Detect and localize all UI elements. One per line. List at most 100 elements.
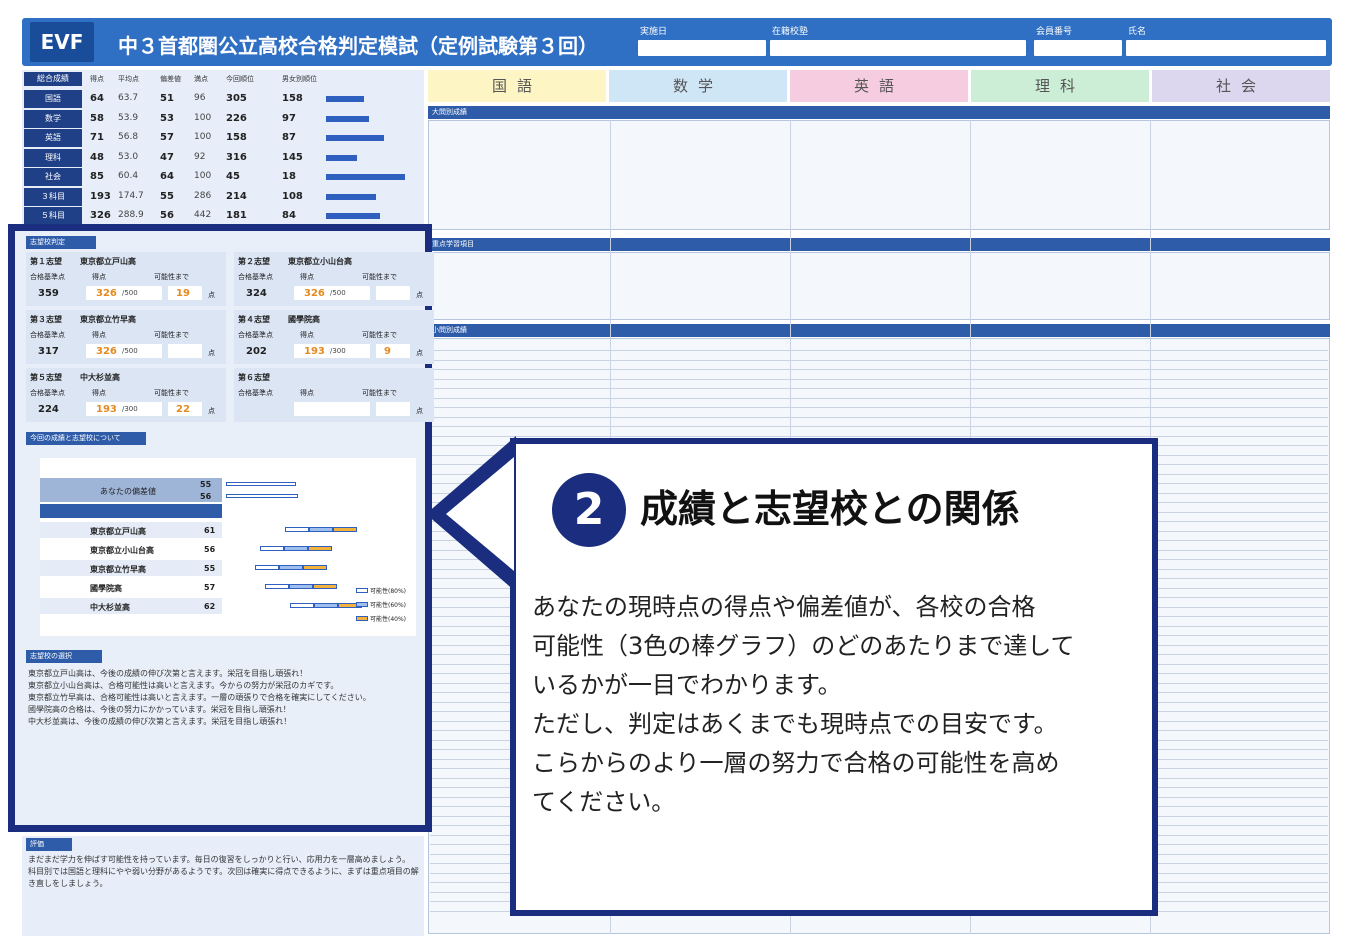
possibility-bar <box>313 584 337 589</box>
choice-score: 326 <box>96 288 117 299</box>
choice-school-name: 東京都立小山台高 <box>288 257 352 266</box>
possibility-bar <box>279 565 303 570</box>
hyouka-text: まだまだ学力を伸ばす可能性を持っています。毎日の復習をしっかりと行い、応用力を一… <box>28 855 419 888</box>
school-header-row <box>40 504 222 518</box>
choice-school-name: 東京都立竹早高 <box>80 315 136 324</box>
summary-row-label: ５科目 <box>24 207 82 225</box>
summary-cell: 85 <box>90 171 104 182</box>
section-juten: 重点学習項目 <box>428 238 1330 251</box>
choice-col-label: 可能性まで <box>154 331 189 339</box>
summary-col-5: 今回順位 <box>226 75 254 83</box>
legend-swatch <box>356 602 368 607</box>
advice-text: 東京都立戸山高は、今後の成績の伸び次第と言えます。栄冠を目指し頑張れ！ 東京都立… <box>28 669 371 726</box>
possibility-bar <box>260 546 284 551</box>
choice-col-label: 合格基準点 <box>238 331 273 339</box>
daimon-table <box>428 120 1330 230</box>
section-advice: 志望校の選択 <box>26 650 102 663</box>
summary-cell: 51 <box>160 93 174 104</box>
choice-need: 19 <box>176 288 190 299</box>
choice-rank: 第４志望 <box>238 315 270 324</box>
choice-col-label: 合格基準点 <box>238 389 273 397</box>
choice-score: 193 <box>304 346 325 357</box>
choice-outof: /500 <box>122 347 138 355</box>
summary-cell: 96 <box>194 93 206 103</box>
callout-body: あなたの現時点の得点や偏差値が、各校の合格 可能性（3色の棒グラフ）のどのあたり… <box>532 593 1075 816</box>
summary-cell: 60.4 <box>118 171 139 181</box>
possibility-bar <box>284 546 308 551</box>
legend-label: 可能性(80%) <box>370 588 407 595</box>
summary-cell: 193 <box>90 190 111 202</box>
possibility-bar <box>290 603 314 608</box>
subject-rika: 理科 <box>971 70 1149 102</box>
choice-col-label: 得点 <box>92 273 106 281</box>
legend-swatch <box>356 616 368 621</box>
summary-cell: 174.7 <box>118 190 144 201</box>
summary-row-label: 英語 <box>24 129 82 147</box>
possibility-bar <box>255 565 279 570</box>
summary-col-2: 平均点 <box>118 75 139 83</box>
choice-col-label: 可能性まで <box>362 389 397 397</box>
grid-line <box>430 350 1328 351</box>
grid-line <box>430 416 1328 418</box>
choice-col-label: 可能性まで <box>154 273 189 281</box>
choice-col-label: 得点 <box>300 389 314 397</box>
summary-bar <box>326 213 380 219</box>
possibility-bar <box>303 565 327 570</box>
possibility-bar <box>309 527 333 532</box>
choice-base: 202 <box>246 346 267 357</box>
field-school-box <box>770 40 1026 56</box>
summary-cell: 305 <box>226 93 247 104</box>
subject-kokugo: 国語 <box>428 70 606 102</box>
summary-cell: 53 <box>160 112 174 124</box>
choice-base: 317 <box>38 346 59 357</box>
score-box <box>294 402 370 416</box>
choice-col-label: 得点 <box>300 331 314 339</box>
field-member-box <box>1034 40 1122 56</box>
legend-swatch <box>356 588 368 593</box>
you-value-2: 56 <box>200 492 212 501</box>
school-row <box>40 579 222 595</box>
summary-cell: 158 <box>226 132 247 143</box>
choice-rank: 第６志望 <box>238 373 270 382</box>
section-daimon: 大問別成績 <box>428 106 1330 119</box>
summary-cell: 100 <box>194 171 212 181</box>
possibility-bar <box>308 546 332 551</box>
need-box <box>168 344 202 358</box>
summary-cell: 158 <box>282 93 303 104</box>
summary-cell: 442 <box>194 210 212 220</box>
subject-shakai: 社会 <box>1152 70 1330 102</box>
choice-rank: 第２志望 <box>238 257 270 266</box>
summary-cell: 64 <box>90 93 104 104</box>
possibility-bar <box>285 527 309 532</box>
school-row <box>40 598 222 614</box>
callout-arrow-inner <box>446 457 514 571</box>
choice-outof: /500 <box>122 289 138 297</box>
summary-col-4: 満点 <box>194 75 208 83</box>
school-name: 中大杉並高 <box>90 603 130 612</box>
legend-label: 可能性(60%) <box>370 602 407 609</box>
choice-score: 326 <box>96 346 117 357</box>
choice-col-label: 合格基準点 <box>30 331 65 339</box>
need-box <box>376 402 410 416</box>
summary-cell: 64 <box>160 171 174 182</box>
summary-row-label: 国語 <box>24 90 82 108</box>
summary-row-label: 数学 <box>24 109 82 128</box>
school-value: 56 <box>204 545 216 554</box>
field-date-box <box>638 40 766 56</box>
school-name: 東京都立竹早高 <box>90 565 146 574</box>
summary-cell: 226 <box>226 112 247 124</box>
choice-outof: /300 <box>330 347 346 355</box>
callout-title: 成績と志望校との関係 <box>640 487 1020 531</box>
choice-unit: 点 <box>208 291 215 299</box>
summary-cell: 48 <box>90 151 104 163</box>
section-hyouka: 評価 <box>26 838 72 851</box>
choice-col-label: 合格基準点 <box>30 389 65 397</box>
summary-cell: 288.9 <box>118 210 144 220</box>
summary-cell: 214 <box>226 190 247 202</box>
grid-line <box>430 388 1328 389</box>
summary-cell: 145 <box>282 151 303 163</box>
choice-unit: 点 <box>416 291 423 299</box>
choice-score: 193 <box>96 404 117 415</box>
grid-line <box>430 407 1328 408</box>
summary-cell: 326 <box>90 210 111 221</box>
